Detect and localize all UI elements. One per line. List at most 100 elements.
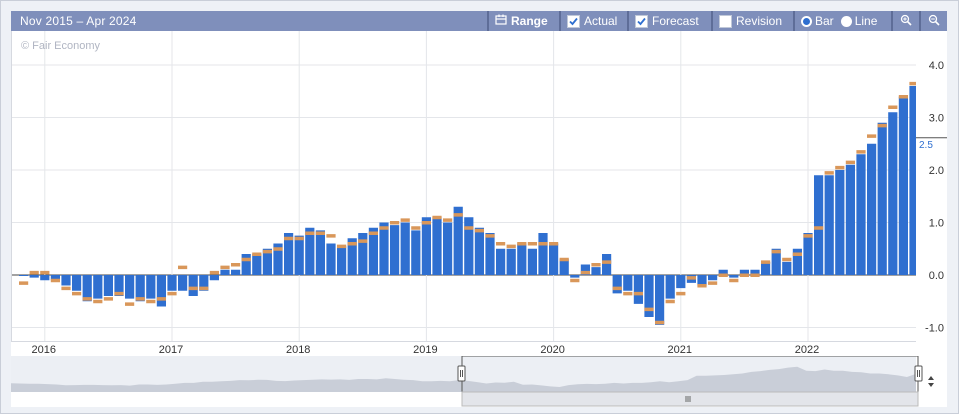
forecast-marker[interactable] [220, 265, 230, 270]
forecast-marker[interactable] [29, 270, 39, 275]
actual-bar[interactable] [443, 222, 453, 276]
actual-bar[interactable] [209, 275, 219, 281]
forecast-marker[interactable] [549, 242, 559, 246]
actual-bar[interactable] [856, 154, 866, 275]
forecast-marker[interactable] [199, 286, 209, 291]
zoom-out-button[interactable] [919, 11, 947, 31]
forecast-toggle[interactable]: Forecast [627, 11, 709, 31]
actual-bar[interactable] [782, 261, 792, 275]
forecast-marker[interactable] [697, 284, 707, 288]
forecast-marker[interactable] [676, 291, 686, 296]
forecast-marker[interactable] [602, 260, 612, 264]
forecast-marker[interactable] [368, 231, 378, 236]
actual-bar[interactable] [527, 248, 537, 275]
actual-bar[interactable] [570, 275, 580, 278]
actual-bar[interactable] [676, 275, 686, 289]
forecast-marker[interactable] [803, 234, 813, 238]
actual-bar[interactable] [358, 233, 368, 275]
forecast-marker[interactable] [167, 291, 177, 296]
actual-bar[interactable] [326, 243, 336, 276]
actual-bar[interactable] [867, 143, 877, 275]
forecast-marker[interactable] [474, 228, 484, 233]
actual-bar[interactable] [506, 248, 516, 275]
forecast-marker[interactable] [178, 265, 188, 270]
actual-bar[interactable] [898, 96, 908, 276]
forecast-marker[interactable] [718, 273, 728, 278]
actual-bar[interactable] [61, 275, 71, 286]
forecast-marker[interactable] [40, 270, 50, 275]
actual-bar[interactable] [633, 275, 643, 304]
forecast-marker[interactable] [814, 226, 824, 230]
forecast-marker[interactable] [231, 263, 241, 267]
forecast-marker[interactable] [888, 105, 898, 110]
forecast-marker[interactable] [19, 281, 29, 285]
forecast-marker[interactable] [125, 302, 135, 306]
actual-bar[interactable] [612, 275, 622, 294]
forecast-marker[interactable] [824, 171, 834, 175]
forecast-marker[interactable] [390, 221, 400, 225]
forecast-marker[interactable] [252, 252, 262, 257]
zoom-in-button[interactable] [891, 11, 919, 31]
forecast-marker[interactable] [485, 234, 495, 238]
navigator-left-handle[interactable] [457, 365, 466, 382]
forecast-marker[interactable] [580, 270, 590, 275]
forecast-marker[interactable] [411, 226, 421, 230]
resize-arrows-icon[interactable] [928, 376, 934, 387]
forecast-marker[interactable] [739, 273, 749, 278]
forecast-marker[interactable] [527, 242, 537, 246]
actual-bar[interactable] [93, 275, 103, 299]
forecast-marker[interactable] [633, 291, 643, 296]
forecast-marker[interactable] [400, 218, 410, 222]
actual-bar[interactable] [315, 230, 325, 275]
forecast-marker[interactable] [72, 291, 82, 296]
forecast-marker[interactable] [761, 260, 771, 264]
actual-bar[interactable] [655, 275, 665, 325]
actual-bar[interactable] [485, 233, 495, 275]
forecast-marker[interactable] [114, 291, 124, 296]
forecast-marker[interactable] [61, 286, 71, 291]
actual-bar[interactable] [835, 170, 845, 275]
actual-bar[interactable] [40, 275, 50, 281]
forecast-marker[interactable] [305, 231, 315, 236]
forecast-marker[interactable] [538, 242, 548, 246]
forecast-marker[interactable] [82, 297, 92, 301]
actual-bar[interactable] [464, 217, 474, 275]
forecast-marker[interactable] [262, 249, 272, 254]
forecast-marker[interactable] [241, 257, 251, 262]
forecast-marker[interactable] [443, 218, 453, 222]
forecast-marker[interactable] [559, 257, 569, 262]
forecast-marker[interactable] [835, 165, 845, 170]
forecast-marker[interactable] [771, 249, 781, 254]
actual-bar[interactable] [708, 275, 718, 281]
actual-bar[interactable] [538, 233, 548, 275]
forecast-marker[interactable] [782, 257, 792, 262]
forecast-marker[interactable] [93, 299, 103, 304]
forecast-marker[interactable] [209, 270, 219, 275]
revision-toggle[interactable]: Revision [711, 11, 791, 31]
actual-bar[interactable] [19, 275, 29, 276]
forecast-marker[interactable] [708, 281, 718, 285]
actual-bar[interactable] [496, 248, 506, 275]
actual-bar[interactable] [421, 217, 431, 275]
actual-bar[interactable] [156, 275, 166, 307]
actual-bar[interactable] [252, 254, 262, 275]
plot-area[interactable]: © Fair Economy [11, 31, 959, 342]
actual-bar[interactable] [559, 259, 569, 275]
actual-bar[interactable] [549, 243, 559, 276]
forecast-marker[interactable] [453, 213, 463, 217]
actual-bar[interactable] [72, 275, 82, 291]
forecast-marker[interactable] [50, 278, 60, 283]
forecast-marker[interactable] [655, 320, 665, 325]
actual-bar[interactable] [220, 269, 230, 275]
forecast-marker[interactable] [496, 242, 506, 246]
navigator-right-handle[interactable] [914, 365, 923, 382]
forecast-marker[interactable] [644, 307, 654, 312]
forecast-marker[interactable] [284, 236, 294, 241]
actual-checkbox[interactable] [567, 14, 580, 28]
forecast-marker[interactable] [273, 247, 283, 251]
forecast-marker[interactable] [591, 263, 601, 267]
forecast-marker[interactable] [792, 252, 802, 257]
forecast-marker[interactable] [506, 244, 516, 249]
forecast-marker[interactable] [156, 297, 166, 301]
actual-bar[interactable] [591, 267, 601, 275]
